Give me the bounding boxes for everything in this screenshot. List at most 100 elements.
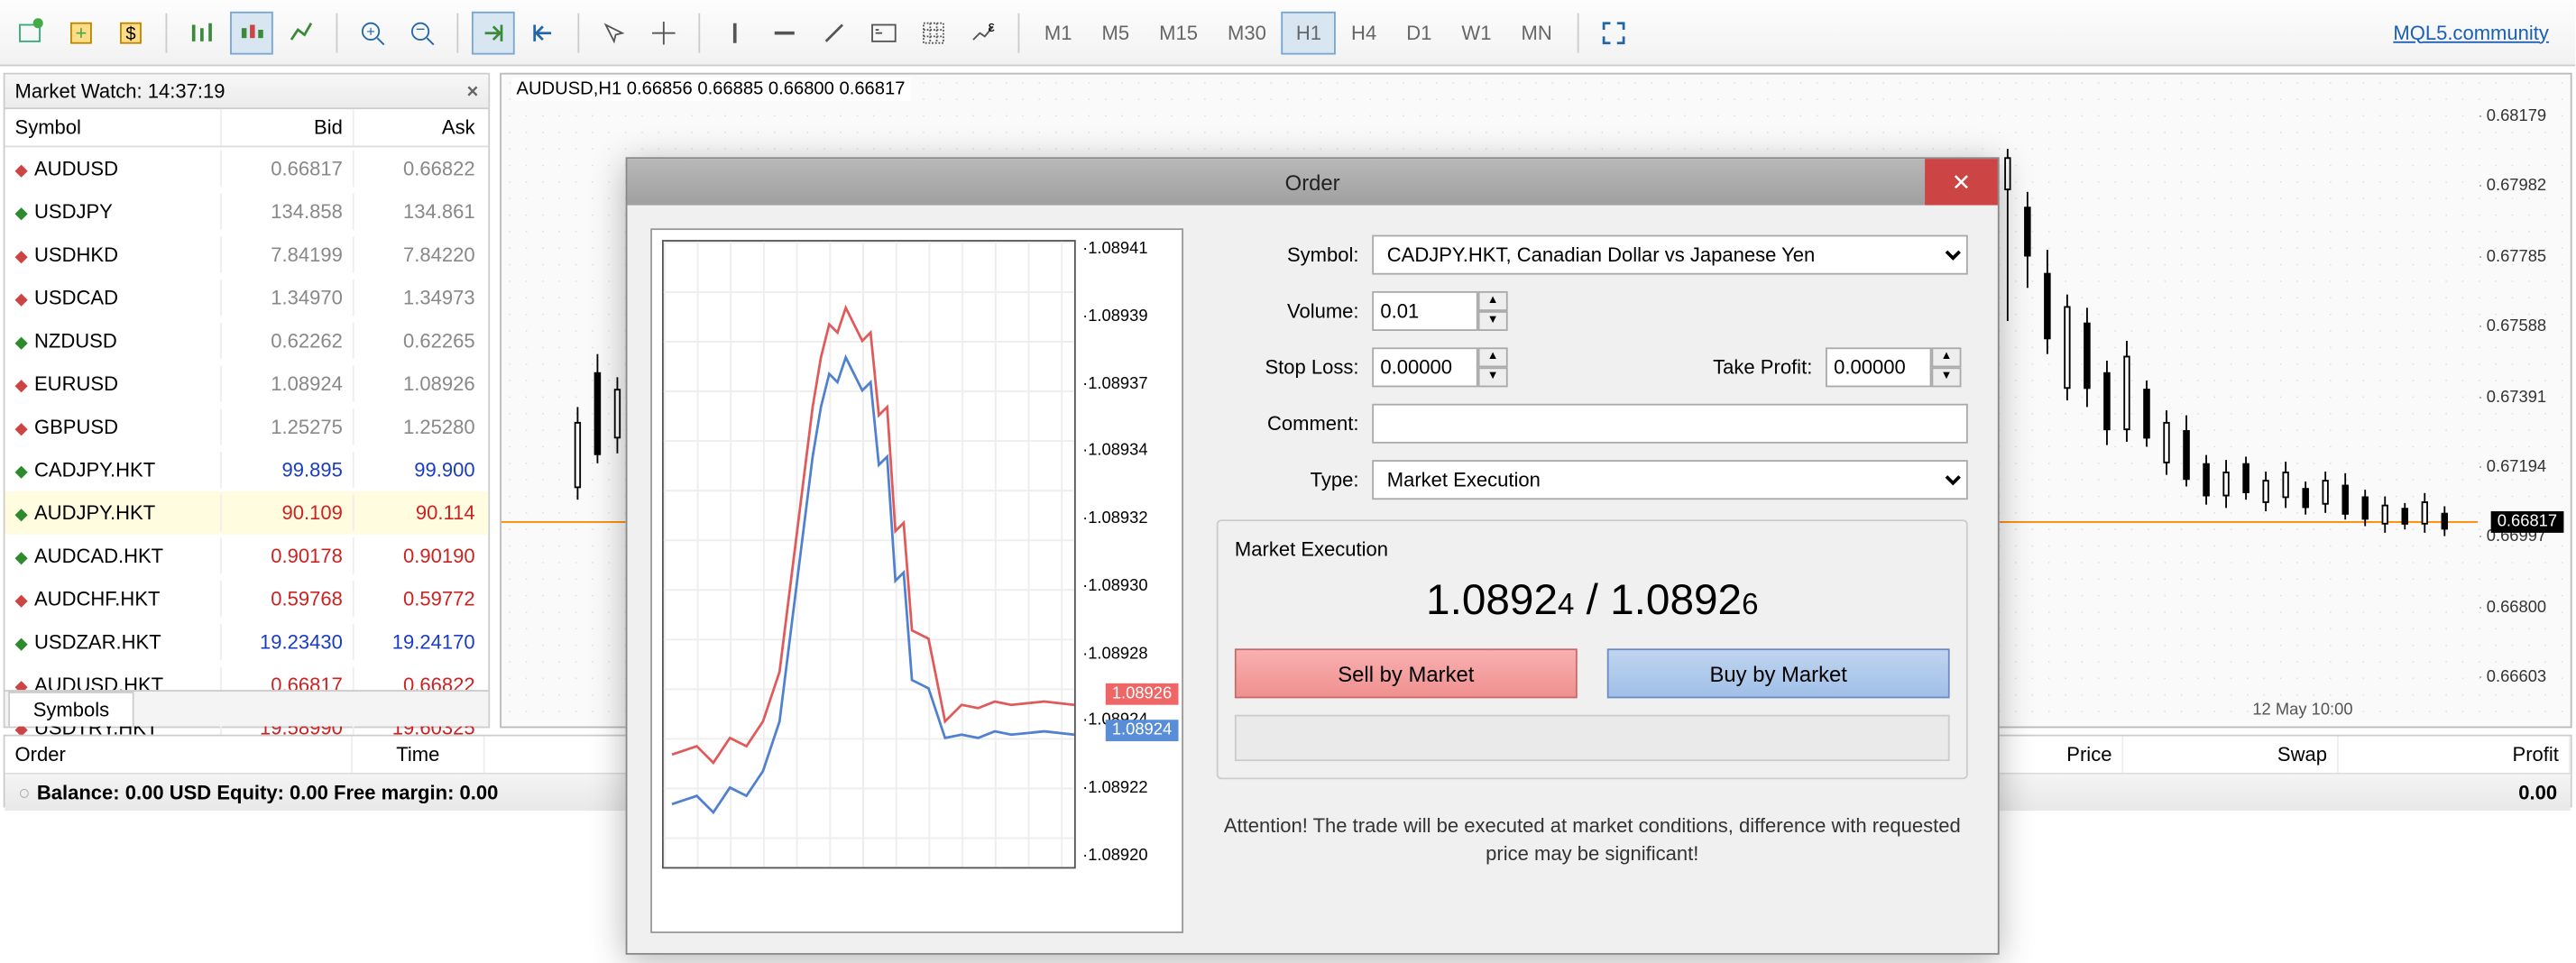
text-label-btn[interactable] — [862, 11, 906, 54]
mw-row-usdhkd[interactable]: USDHKD7.841997.84220 — [5, 234, 489, 277]
candle-chart-btn[interactable] — [230, 11, 273, 54]
mw-row-usdcad[interactable]: USDCAD1.349701.34973 — [5, 276, 489, 319]
grid-btn[interactable] — [912, 11, 955, 54]
attention-text: Attention! The trade will be executed at… — [1217, 812, 1968, 868]
term-col-swap[interactable]: Swap — [2123, 737, 2339, 773]
market-watch-title: Market Watch: 14:37:19 — [15, 79, 225, 103]
indicators-btn[interactable]: ε — [961, 11, 1005, 54]
mw-row-gbpusd[interactable]: GBPUSD1.252751.25280 — [5, 406, 489, 449]
direction-icon — [15, 200, 28, 224]
tf-m5-btn[interactable]: M5 — [1087, 11, 1145, 54]
vline-btn[interactable] — [713, 11, 757, 54]
term-status-text: Balance: 0.00 USD Equity: 0.00 Free marg… — [37, 781, 499, 804]
market-watch-close-btn[interactable]: × — [466, 79, 478, 103]
candle — [2323, 480, 2329, 505]
fullscreen-btn[interactable] — [1592, 11, 1635, 54]
candle — [2024, 206, 2030, 256]
tf-d1-btn[interactable]: D1 — [1392, 11, 1447, 54]
mw-row-eurusd[interactable]: EURUSD1.089241.08926 — [5, 362, 489, 406]
mw-col-ask[interactable]: Ask — [353, 109, 485, 145]
candle — [2302, 488, 2308, 508]
candle — [575, 422, 581, 488]
label-stoploss: Stop Loss: — [1217, 356, 1372, 380]
direction-icon — [15, 545, 28, 568]
mw-row-cadjpy.hkt[interactable]: CADJPY.HKT99.89599.900 — [5, 448, 489, 491]
direction-icon — [15, 243, 28, 267]
term-profit: 0.00 — [2518, 781, 2557, 804]
mw-col-bid[interactable]: Bid — [220, 109, 353, 145]
status-dot-icon: ○ — [18, 781, 30, 804]
add-btn[interactable]: + — [60, 11, 103, 54]
volume-down-btn[interactable]: ▼ — [1478, 311, 1508, 331]
volume-up-btn[interactable]: ▲ — [1478, 291, 1508, 311]
mw-row-usdzar.hkt[interactable]: USDZAR.HKT19.2343019.24170 — [5, 620, 489, 664]
tf-h4-btn[interactable]: H4 — [1337, 11, 1392, 54]
mw-row-audchf.hkt[interactable]: AUDCHF.HKT0.597680.59772 — [5, 577, 489, 620]
zoom-out-btn[interactable]: − — [400, 11, 444, 54]
svg-text:+: + — [366, 23, 375, 39]
candle — [2044, 273, 2050, 339]
type-select[interactable]: Market Execution — [1372, 460, 1968, 500]
stoploss-input[interactable] — [1372, 347, 1477, 387]
buy-by-market-btn[interactable]: Buy by Market — [1607, 648, 1950, 698]
new-chart-btn[interactable] — [10, 11, 53, 54]
quote-display: 1.08924 / 1.08926 — [1235, 561, 1950, 648]
tf-m15-btn[interactable]: M15 — [1145, 11, 1213, 54]
sell-by-market-btn[interactable]: Sell by Market — [1235, 648, 1578, 698]
svg-text:+: + — [75, 21, 87, 43]
mw-row-nzdusd[interactable]: NZDUSD0.622620.62265 — [5, 319, 489, 362]
crosshair-btn[interactable] — [642, 11, 685, 54]
candle — [2163, 422, 2169, 463]
takeprofit-input[interactable] — [1826, 347, 1931, 387]
exec-group-title: Market Execution — [1228, 537, 1395, 561]
term-col-profit[interactable]: Profit — [2339, 737, 2571, 773]
symbol-select[interactable]: CADJPY.HKT, Canadian Dollar vs Japanese … — [1372, 235, 1968, 275]
tf-mn-btn[interactable]: MN — [1506, 11, 1567, 54]
dialog-titlebar[interactable]: Order ✕ — [627, 159, 1997, 205]
sl-down-btn[interactable]: ▼ — [1478, 367, 1508, 387]
mw-row-audcad.hkt[interactable]: AUDCAD.HKT0.901780.90190 — [5, 535, 489, 578]
zoom-in-btn[interactable]: + — [351, 11, 394, 54]
mw-tab-symbols[interactable]: Symbols — [8, 692, 133, 727]
bar-chart-btn[interactable] — [180, 11, 224, 54]
candle — [2242, 463, 2249, 493]
shift-end-btn[interactable] — [472, 11, 515, 54]
tf-h1-btn[interactable]: H1 — [1281, 11, 1336, 54]
direction-icon — [15, 630, 28, 654]
candle — [2382, 505, 2388, 525]
dialog-close-btn[interactable]: ✕ — [1925, 159, 1998, 205]
candle — [2402, 508, 2408, 524]
line-chart-btn[interactable] — [280, 11, 323, 54]
candle — [2064, 306, 2070, 389]
candle — [2183, 430, 2189, 480]
cursor-btn[interactable] — [593, 11, 636, 54]
mw-row-audjpy.hkt[interactable]: AUDJPY.HKT90.10990.114 — [5, 491, 489, 535]
tf-m1-btn[interactable]: M1 — [1029, 11, 1087, 54]
tp-down-btn[interactable]: ▼ — [1931, 367, 1961, 387]
tick-ask-tag: 1.08926 — [1105, 683, 1178, 705]
mw-col-symbol[interactable]: Symbol — [5, 109, 221, 145]
shift-start-btn[interactable] — [521, 11, 565, 54]
direction-icon — [15, 501, 28, 525]
term-col-order[interactable]: Order — [5, 737, 353, 773]
mw-row-audusd[interactable]: AUDUSD0.668170.66822 — [5, 147, 489, 190]
dialog-title: Order — [1285, 170, 1340, 195]
tp-up-btn[interactable]: ▲ — [1931, 347, 1961, 367]
sl-up-btn[interactable]: ▲ — [1478, 347, 1508, 367]
tf-w1-btn[interactable]: W1 — [1447, 11, 1506, 54]
tf-m30-btn[interactable]: M30 — [1212, 11, 1281, 54]
trendline-btn[interactable] — [813, 11, 856, 54]
money-btn[interactable]: $ — [109, 11, 152, 54]
comment-input[interactable] — [1372, 404, 1968, 444]
candle — [2203, 463, 2209, 497]
mw-row-usdjpy[interactable]: USDJPY134.858134.861 — [5, 190, 489, 234]
exec-placeholder — [1235, 715, 1950, 761]
hline-btn[interactable] — [763, 11, 806, 54]
chart-price-tag: 0.66817 — [2490, 511, 2563, 533]
order-dialog: Order ✕ ·1.08941·1.08939·1.08937·1.08934… — [626, 157, 2000, 954]
term-col-time[interactable]: Time — [353, 737, 485, 773]
direction-icon — [15, 329, 28, 353]
mql5-link[interactable]: MQL5.community — [2393, 21, 2549, 44]
volume-input[interactable] — [1372, 291, 1477, 331]
svg-text:ε: ε — [988, 19, 995, 34]
